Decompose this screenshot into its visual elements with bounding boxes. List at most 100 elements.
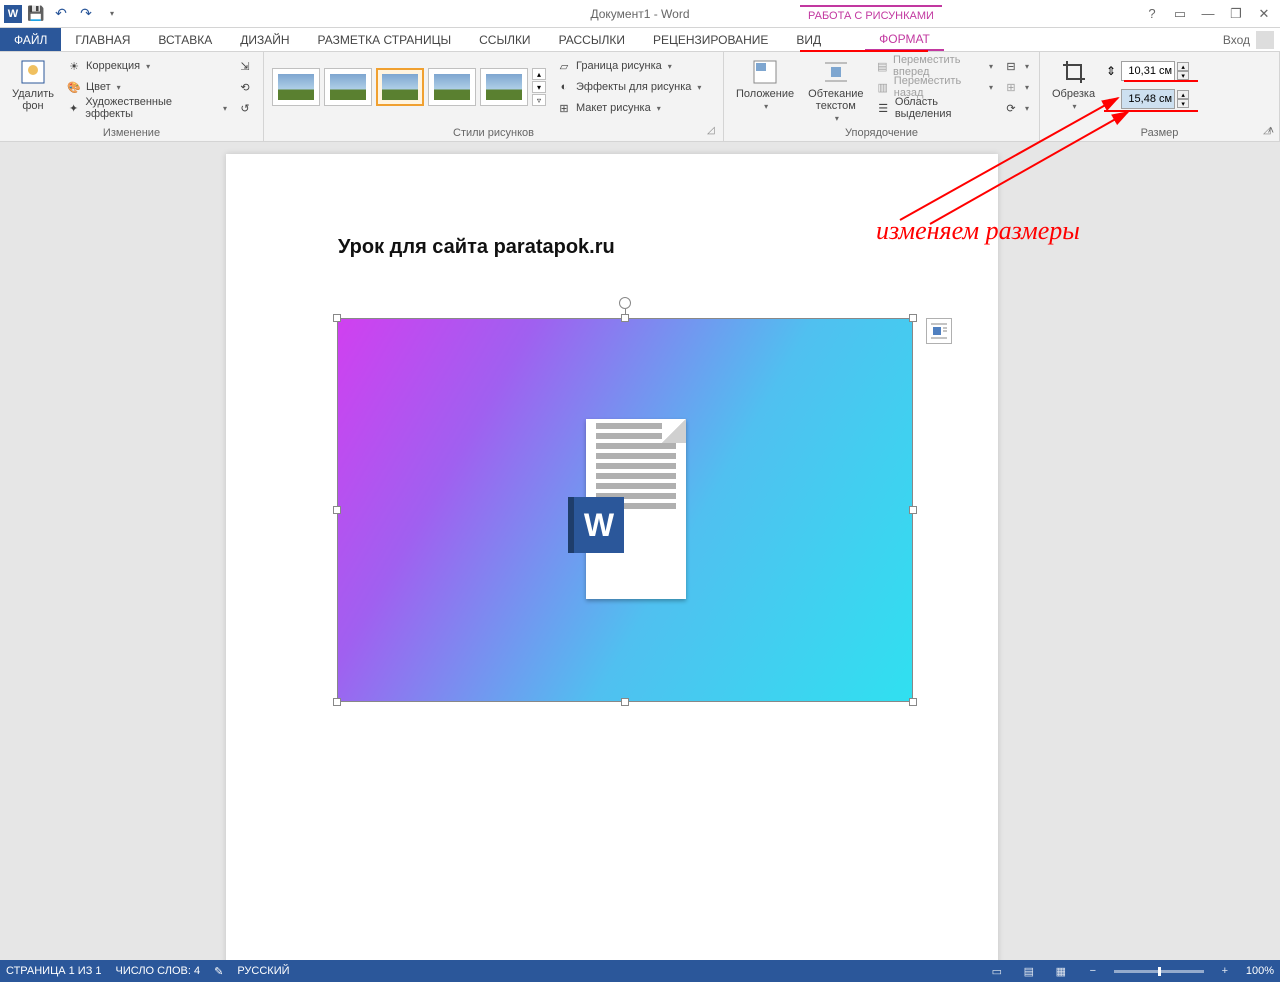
resize-handle-bm[interactable] xyxy=(621,698,629,706)
resize-handle-tl[interactable] xyxy=(333,314,341,322)
status-page[interactable]: СТРАНИЦА 1 ИЗ 1 xyxy=(6,965,102,977)
resize-handle-tr[interactable] xyxy=(909,314,917,322)
maximize-button[interactable]: ❐ xyxy=(1224,3,1248,25)
resize-handle-ml[interactable] xyxy=(333,506,341,514)
status-proofing-icon[interactable]: ✎ xyxy=(214,965,223,978)
height-spin-down[interactable]: ▾ xyxy=(1177,71,1189,80)
style-thumb-selected[interactable] xyxy=(376,68,424,106)
ribbon-collapse-button[interactable]: ˄ xyxy=(1268,125,1274,137)
status-words[interactable]: ЧИСЛО СЛОВ: 4 xyxy=(116,965,201,977)
selection-pane-button[interactable]: ☰Область выделения xyxy=(874,98,995,118)
width-input[interactable] xyxy=(1121,89,1175,109)
save-button[interactable]: 💾 xyxy=(25,3,47,25)
tab-home[interactable]: ГЛАВНАЯ xyxy=(61,28,144,51)
style-thumb[interactable] xyxy=(428,68,476,106)
resize-handle-tm[interactable] xyxy=(621,314,629,322)
gallery-more-button[interactable]: ▿ xyxy=(532,94,546,106)
width-icon: ⇔ xyxy=(1103,91,1119,107)
tab-review[interactable]: РЕЦЕНЗИРОВАНИЕ xyxy=(639,28,782,51)
tab-design[interactable]: ДИЗАЙН xyxy=(226,28,303,51)
change-picture-button[interactable]: ⟲ xyxy=(235,77,255,97)
resize-handle-mr[interactable] xyxy=(909,506,917,514)
quick-access-toolbar: W 💾 ↶ ↷ ▾ xyxy=(0,3,122,25)
gallery-scroll-up[interactable]: ▴ xyxy=(532,68,546,80)
selected-image[interactable]: W xyxy=(337,318,913,702)
reset-icon: ↺ xyxy=(237,100,253,116)
zoom-level[interactable]: 100% xyxy=(1246,965,1274,977)
status-language[interactable]: РУССКИЙ xyxy=(237,965,289,977)
user-avatar-icon[interactable] xyxy=(1256,31,1274,49)
picture-layout-button[interactable]: ⊞Макет рисунка▾ xyxy=(554,98,703,118)
zoom-slider[interactable] xyxy=(1114,970,1204,973)
picture-styles-gallery[interactable]: ▴ ▾ ▿ xyxy=(272,56,546,118)
picture-layout-icon: ⊞ xyxy=(556,100,572,116)
tab-references[interactable]: ССЫЛКИ xyxy=(465,28,544,51)
send-backward-button[interactable]: ▥Переместить назад▾ xyxy=(874,77,995,97)
compress-pictures-button[interactable]: ⇲ xyxy=(235,56,255,76)
word-w-icon: W xyxy=(568,497,624,553)
rotation-handle[interactable] xyxy=(619,297,631,309)
group-icon: ⊞ xyxy=(1003,79,1019,95)
corrections-button[interactable]: ☀Коррекция▾ xyxy=(64,56,229,76)
zoom-in-button[interactable]: + xyxy=(1214,962,1236,980)
group-button[interactable]: ⊞▾ xyxy=(1001,77,1031,97)
width-spin-up[interactable]: ▴ xyxy=(1177,90,1189,99)
artistic-effects-button[interactable]: ✦Художественные эффекты▾ xyxy=(64,98,229,118)
view-read-mode[interactable]: ▭ xyxy=(986,962,1008,980)
resize-handle-bl[interactable] xyxy=(333,698,341,706)
reset-picture-button[interactable]: ↺ xyxy=(235,98,255,118)
tab-mailings[interactable]: РАССЫЛКИ xyxy=(545,28,639,51)
color-button[interactable]: 🎨Цвет▾ xyxy=(64,77,229,97)
picture-border-button[interactable]: ▱Граница рисунка▾ xyxy=(554,56,703,76)
word-document-graphic: W xyxy=(568,419,688,599)
bring-forward-button[interactable]: ▤Переместить вперед▾ xyxy=(874,56,995,76)
dialog-launcher-styles[interactable]: ◿ xyxy=(707,125,719,137)
ribbon: Удалить фон ☀Коррекция▾ 🎨Цвет▾ ✦Художест… xyxy=(0,52,1280,142)
ribbon-display-button[interactable]: ▭ xyxy=(1168,3,1192,25)
minimize-button[interactable]: — xyxy=(1196,3,1220,25)
zoom-out-button[interactable]: − xyxy=(1082,962,1104,980)
view-web-layout[interactable]: ▦ xyxy=(1050,962,1072,980)
height-input[interactable] xyxy=(1121,61,1175,81)
crop-button[interactable]: Обрезка ▾ xyxy=(1048,56,1099,113)
tab-insert[interactable]: ВСТАВКА xyxy=(144,28,226,51)
tab-view[interactable]: ВИД xyxy=(782,28,835,51)
style-thumb[interactable] xyxy=(480,68,528,106)
close-button[interactable]: ✕ xyxy=(1252,3,1276,25)
remove-background-button[interactable]: Удалить фон xyxy=(8,56,58,118)
contextual-tab-label: РАБОТА С РИСУНКАМИ xyxy=(800,5,942,22)
position-icon xyxy=(751,58,779,86)
qat-customize-button[interactable]: ▾ xyxy=(100,3,122,25)
compress-icon: ⇲ xyxy=(237,58,253,74)
picture-effects-button[interactable]: ◐Эффекты для рисунка▾ xyxy=(554,77,703,97)
help-button[interactable]: ? xyxy=(1140,3,1164,25)
ribbon-group-picture-styles: ▴ ▾ ▿ ▱Граница рисунка▾ ◐Эффекты для рис… xyxy=(264,52,724,141)
undo-button[interactable]: ↶ xyxy=(50,3,72,25)
document-area[interactable]: Урок для сайта paratapok.ru W xyxy=(0,142,1280,960)
group-label-arrange: Упорядочение xyxy=(724,127,1039,139)
view-print-layout[interactable]: ▤ xyxy=(1018,962,1040,980)
wrap-text-button[interactable]: Обтекание текстом ▾ xyxy=(804,56,867,125)
position-button[interactable]: Положение ▾ xyxy=(732,56,798,125)
height-spin-up[interactable]: ▴ xyxy=(1177,62,1189,71)
gallery-scroll-down[interactable]: ▾ xyxy=(532,81,546,93)
page[interactable]: Урок для сайта paratapok.ru W xyxy=(226,154,998,960)
style-thumb[interactable] xyxy=(272,68,320,106)
word-app-icon: W xyxy=(4,5,22,23)
layout-options-button[interactable] xyxy=(926,318,952,344)
rotate-button[interactable]: ⟳▾ xyxy=(1001,98,1031,118)
tab-page-layout[interactable]: РАЗМЕТКА СТРАНИЦЫ xyxy=(304,28,466,51)
style-thumb[interactable] xyxy=(324,68,372,106)
tab-file[interactable]: ФАЙЛ xyxy=(0,28,61,51)
resize-handle-br[interactable] xyxy=(909,698,917,706)
bring-forward-icon: ▤ xyxy=(876,58,889,74)
sign-in-link[interactable]: Вход xyxy=(1223,33,1250,47)
remove-bg-icon xyxy=(19,58,47,86)
align-icon: ⊟ xyxy=(1003,58,1019,74)
send-backward-icon: ▥ xyxy=(876,79,890,95)
redo-button[interactable]: ↷ xyxy=(75,3,97,25)
tab-format[interactable]: ФОРМАТ xyxy=(865,28,944,51)
align-button[interactable]: ⊟▾ xyxy=(1001,56,1031,76)
ribbon-group-size: Обрезка ▾ ⇕ ▴▾ ⇔ ▴▾ Размер ◿ xyxy=(1040,52,1280,141)
width-spin-down[interactable]: ▾ xyxy=(1177,99,1189,108)
